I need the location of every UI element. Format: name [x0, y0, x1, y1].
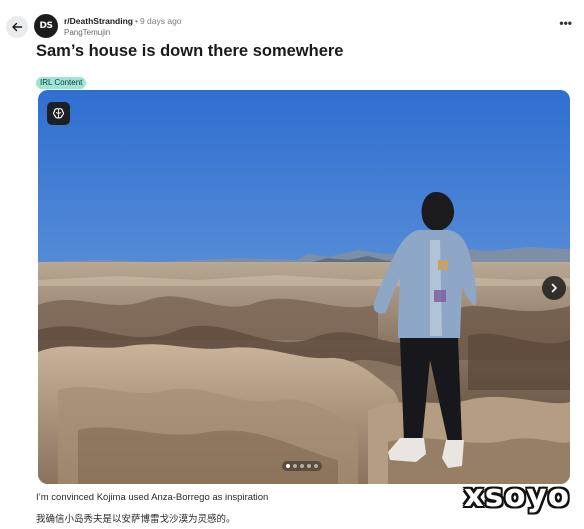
pager-dot[interactable] — [300, 464, 304, 468]
desert-photo — [38, 90, 570, 484]
pager-dot[interactable] — [307, 464, 311, 468]
pager-dot[interactable] — [314, 464, 318, 468]
post-time: 9 days ago — [139, 16, 182, 26]
post-title: Sam’s house is down there somewhere — [36, 42, 344, 60]
subreddit-name[interactable]: r/DeathStranding — [64, 16, 133, 26]
post-meta: r/DeathStranding • 9 days ago PangTemujin — [64, 15, 182, 39]
subreddit-avatar[interactable]: DS — [34, 14, 58, 38]
pager-dot[interactable] — [293, 464, 297, 468]
post-caption-translation: 我确信小岛秀夫是以安萨博雷戈沙漠为灵感的。 — [36, 514, 236, 525]
arrow-left-icon — [12, 22, 23, 32]
post-flair[interactable]: IRL Content — [36, 77, 87, 89]
chevron-right-icon — [551, 283, 557, 293]
next-image-button[interactable] — [542, 276, 566, 300]
author-name[interactable]: PangTemujin — [64, 27, 182, 39]
meta-separator: • — [134, 16, 138, 26]
gallery-pager — [282, 461, 322, 471]
back-button[interactable] — [6, 16, 28, 38]
post-caption: I’m convinced Kojima used Anza-Borrego a… — [36, 492, 269, 503]
brain-icon — [53, 108, 64, 119]
ai-brain-button[interactable] — [47, 102, 70, 125]
more-options-button[interactable]: ••• — [559, 16, 572, 30]
pager-dot[interactable] — [286, 464, 290, 468]
post-image-gallery[interactable] — [38, 90, 570, 484]
more-horizontal-icon: ••• — [559, 16, 572, 30]
watermark-text: xsoyo — [463, 478, 570, 514]
